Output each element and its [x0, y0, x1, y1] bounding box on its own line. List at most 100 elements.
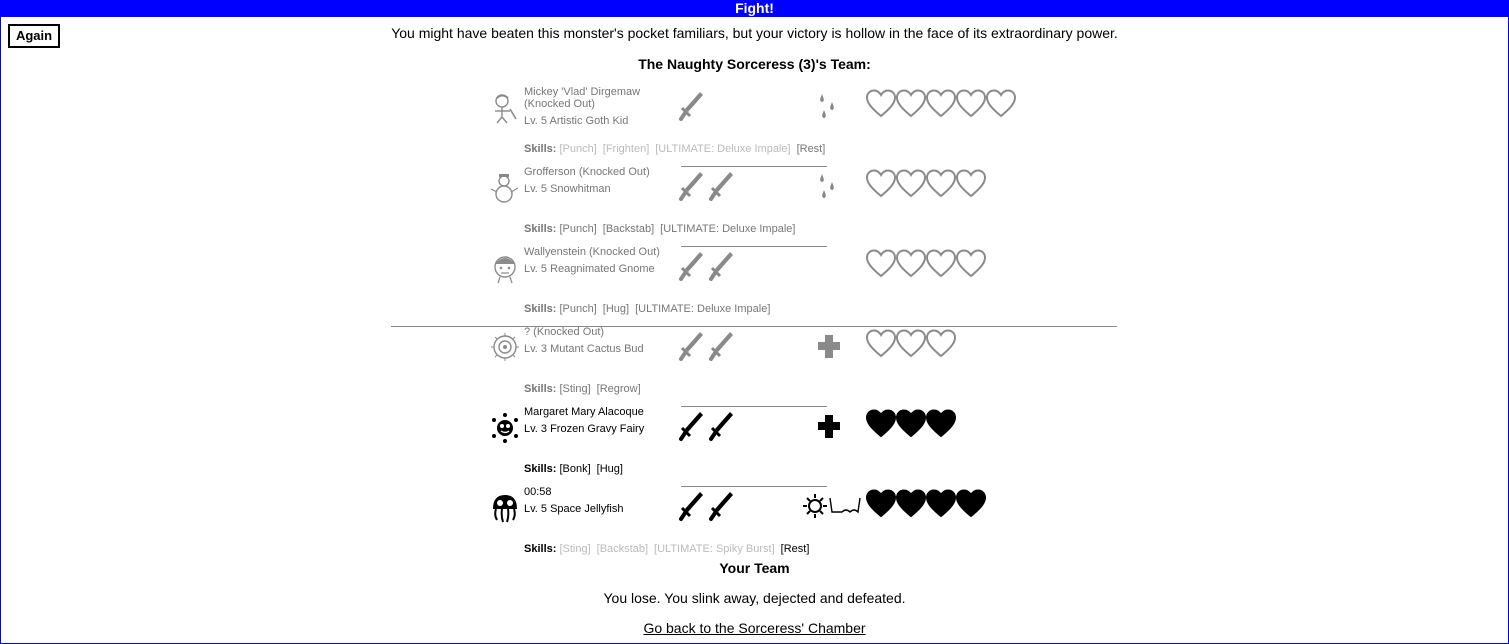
- heart-empty-icon: [896, 249, 926, 278]
- window-title: Fight!: [0, 0, 1509, 17]
- heart-empty-icon: [926, 249, 956, 278]
- heart-empty-icon: [896, 169, 926, 198]
- attack-power: [678, 170, 736, 202]
- skill-button[interactable]: [ULTIMATE: Deluxe Impale]: [655, 143, 790, 155]
- sword-icon: [679, 172, 703, 201]
- familiar-effect: [803, 490, 862, 522]
- health-hearts: [866, 249, 986, 281]
- sword-icon: [679, 252, 703, 281]
- skill-button[interactable]: [Bonk]: [559, 463, 590, 475]
- heart-empty-icon: [956, 89, 986, 118]
- heart-empty-icon: [896, 329, 926, 358]
- skills-label: Skills:: [524, 463, 557, 475]
- health-hearts: [866, 409, 956, 441]
- sword-icon: [709, 412, 733, 441]
- result-message: You might have beaten this monster's poc…: [391, 25, 1118, 41]
- enemy-familiar-row: Grofferson (Knocked Out) Lv. 5 Snowhitman…: [490, 166, 1090, 246]
- heart-filled-icon: [926, 489, 956, 518]
- familiar-effect: [816, 170, 844, 202]
- team-divider: [391, 326, 1117, 327]
- skill-button[interactable]: [Sting]: [559, 543, 590, 555]
- attack-power: [678, 410, 736, 442]
- familiar-level: Lv. 5 Artistic Goth Kid: [524, 115, 629, 127]
- familiar-effect: [816, 90, 844, 122]
- heart-filled-icon: [956, 489, 986, 518]
- skill-button[interactable]: [Sting]: [559, 383, 590, 395]
- cross-icon: [818, 415, 840, 438]
- skill-button[interactable]: [Punch]: [559, 143, 596, 155]
- enemy-familiar-row: Mickey 'Vlad' Dirgemaw (Knocked Out) Lv. …: [490, 86, 1090, 166]
- familiar-skills: Skills: [Sting] [Regrow]: [524, 383, 647, 395]
- familiar-skills: Skills: [Punch] [Hug] [ULTIMATE: Deluxe Im…: [524, 303, 776, 315]
- goth-kid-icon: [495, 94, 517, 124]
- skill-button[interactable]: [Punch]: [559, 223, 596, 235]
- snowman-icon: [490, 174, 519, 203]
- skill-button[interactable]: [Rest]: [797, 143, 826, 155]
- skill-button[interactable]: [Backstab]: [603, 223, 654, 235]
- back-to-chamber-link[interactable]: Go back to the Sorceress' Chamber: [643, 620, 865, 636]
- sword-icon: [709, 252, 733, 281]
- health-hearts: [866, 489, 986, 521]
- skill-button[interactable]: [Hug]: [597, 463, 623, 475]
- familiar-avatar: [490, 92, 520, 124]
- separator: [681, 486, 827, 487]
- familiar-name: Wallyenstein (Knocked Out): [524, 246, 660, 258]
- skill-button[interactable]: [Backstab]: [597, 543, 648, 555]
- skill-button[interactable]: [ULTIMATE: Deluxe Impale]: [660, 223, 795, 235]
- skills-label: Skills:: [524, 223, 557, 235]
- familiar-level: Lv. 5 Reagnimated Gnome: [524, 263, 655, 275]
- familiar-name: ? (Knocked Out): [524, 326, 605, 338]
- sword-icon: [709, 492, 733, 521]
- skill-button[interactable]: [ULTIMATE: Spiky Burst]: [654, 543, 775, 555]
- gravy-fairy-icon: [492, 413, 518, 443]
- heart-empty-icon: [956, 249, 986, 278]
- enemy-team-title: The Naughty Sorceress (3)'s Team:: [638, 56, 871, 72]
- cactus-bud-icon: [491, 333, 519, 361]
- skill-button[interactable]: [ULTIMATE: Deluxe Impale]: [635, 303, 770, 315]
- heart-filled-icon: [866, 409, 896, 438]
- skills-label: Skills:: [524, 543, 557, 555]
- heart-filled-icon: [866, 489, 896, 518]
- heart-empty-icon: [866, 249, 896, 278]
- sword-icon: [679, 492, 703, 521]
- heart-empty-icon: [896, 89, 926, 118]
- heart-empty-icon: [956, 169, 986, 198]
- skills-label: Skills:: [524, 143, 557, 155]
- heart-empty-icon: [926, 89, 956, 118]
- spiky-glasses-icon: [803, 494, 861, 518]
- heart-empty-icon: [866, 169, 896, 198]
- ally-familiar-row: Margaret Mary Alacoque Lv. 3 Frozen Gravy…: [490, 406, 1090, 486]
- skill-button[interactable]: [Hug]: [603, 303, 629, 315]
- sword-icon: [709, 172, 733, 201]
- familiar-name: Margaret Mary Alacoque: [524, 406, 644, 418]
- familiar-level: Lv. 5 Snowhitman: [524, 183, 611, 195]
- skill-button[interactable]: [Punch]: [559, 303, 596, 315]
- cross-icon: [818, 335, 840, 358]
- familiar-effect: [816, 410, 844, 442]
- heart-filled-icon: [896, 489, 926, 518]
- health-hearts: [866, 329, 956, 361]
- skills-label: Skills:: [524, 303, 557, 315]
- skill-button[interactable]: [Rest]: [781, 543, 810, 555]
- familiar-avatar: [490, 332, 520, 364]
- drip-icon: [820, 174, 834, 198]
- heart-empty-icon: [866, 329, 896, 358]
- skill-button[interactable]: [Regrow]: [597, 383, 641, 395]
- skill-button[interactable]: [Frighten]: [603, 143, 649, 155]
- familiar-avatar: [490, 172, 520, 204]
- skills-label: Skills:: [524, 383, 557, 395]
- familiar-name: 00:58: [524, 486, 552, 498]
- familiar-skills: Skills: [Punch] [Frighten] [ULTIMATE: Delu…: [524, 143, 831, 155]
- familiar-avatar: [490, 492, 520, 524]
- heart-filled-icon: [896, 409, 926, 438]
- familiar-level: Lv. 3 Mutant Cactus Bud: [524, 343, 644, 355]
- heart-empty-icon: [986, 89, 1016, 118]
- ally-familiar-row: ? (Knocked Out) Lv. 3 Mutant Cactus Bud Sk…: [490, 326, 1090, 406]
- familiar-name: Grofferson (Knocked Out): [524, 166, 650, 178]
- sword-icon: [679, 332, 703, 361]
- space-jellyfish-icon: [493, 495, 517, 523]
- familiar-avatar: [490, 252, 520, 284]
- heart-filled-icon: [926, 409, 956, 438]
- heart-empty-icon: [926, 169, 956, 198]
- familiar-avatar: [490, 412, 520, 444]
